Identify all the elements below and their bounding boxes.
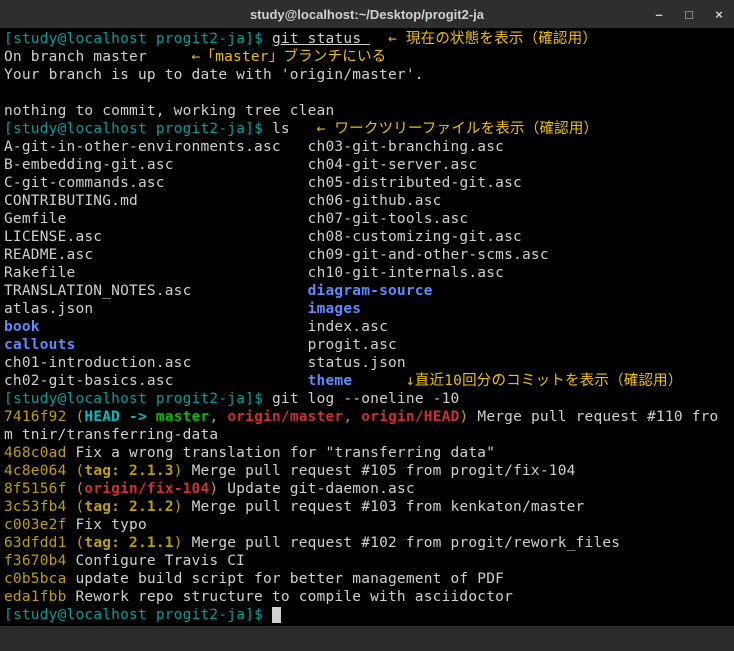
- titlebar: study@localhost:~/Desktop/progit2-ja – □…: [0, 0, 734, 28]
- terminal-output[interactable]: [study@localhost progit2-ja]$ git status…: [0, 28, 734, 626]
- commit-msg: Merge pull request #102 from progit/rewo…: [183, 535, 621, 551]
- directory: theme: [308, 373, 353, 389]
- file: ch02-git-basics.asc: [4, 373, 174, 389]
- maximize-icon[interactable]: □: [680, 7, 698, 22]
- ref-tag: tag: 2.1.1: [84, 535, 173, 551]
- file: Gemfile: [4, 211, 67, 227]
- commit-msg: update build script for better managemen…: [67, 571, 505, 587]
- ref-remote: origin/fix-104: [84, 481, 209, 497]
- commit-hash: c0b5bca: [4, 571, 67, 587]
- ref-head: HEAD ->: [84, 409, 155, 425]
- file: TRANSLATION_NOTES.asc: [4, 283, 192, 299]
- ref-tag: tag: 2.1.2: [84, 499, 173, 515]
- file: README.asc: [4, 247, 93, 263]
- file: Rakefile: [4, 265, 75, 281]
- commit-hash: 468c0ad: [4, 445, 67, 461]
- file: ch04-git-server.asc: [308, 157, 478, 173]
- cursor: [272, 607, 281, 623]
- commit-hash: c003e2f: [4, 517, 67, 533]
- file: ch10-git-internals.asc: [308, 265, 504, 281]
- annot-master: ←「master」ブランチにいる: [192, 49, 387, 65]
- file: ch03-git-branching.asc: [308, 139, 504, 155]
- annot-status: ← 現在の状態を表示（確認用）: [388, 31, 597, 47]
- file: ch05-distributed-git.asc: [308, 175, 522, 191]
- commit-msg: Fix a wrong translation for "transferrin…: [67, 445, 496, 461]
- minimize-icon[interactable]: –: [650, 7, 668, 22]
- directory: callouts: [4, 337, 75, 353]
- file: ch07-git-tools.asc: [308, 211, 469, 227]
- ref-remote: origin/HEAD: [361, 409, 459, 425]
- commit-hash: f3670b4: [4, 553, 67, 569]
- file: index.asc: [308, 319, 388, 335]
- directory: book: [4, 319, 40, 335]
- file: progit.asc: [308, 337, 397, 353]
- commit-msg: Configure Travis CI: [67, 553, 246, 569]
- file: B-embedding-git.asc: [4, 157, 174, 173]
- commit-hash: 8f5156f: [4, 481, 67, 497]
- ref-plain: ,: [209, 409, 227, 425]
- annot-log: ↓直近10回分のコミットを表示（確認用）: [406, 373, 683, 389]
- cmd-ls: ls: [272, 121, 290, 137]
- window-title: study@localhost:~/Desktop/progit2-ja: [250, 7, 484, 22]
- commit-hash: 4c8e064: [4, 463, 67, 479]
- window-controls: – □ ×: [650, 7, 728, 22]
- file: LICENSE.asc: [4, 229, 102, 245]
- annot-ls: ← ワークツリーファイルを表示（確認用）: [317, 121, 599, 137]
- commit-msg: Merge pull request #105 from progit/fix-…: [183, 463, 576, 479]
- commit-msg: Merge pull request #110 fro: [468, 409, 718, 425]
- commit-hash: 3c53fb4: [4, 499, 67, 515]
- close-icon[interactable]: ×: [710, 7, 728, 22]
- file: ch09-git-and-other-scms.asc: [308, 247, 549, 263]
- ref-tag: tag: 2.1.3: [84, 463, 173, 479]
- commit-msg: Rework repo structure to compile with as…: [67, 589, 514, 605]
- cmd-git-status: git status: [272, 31, 370, 47]
- directory: diagram-source: [308, 283, 433, 299]
- commit-hash: 63dfdd1: [4, 535, 67, 551]
- file: ch08-customizing-git.asc: [308, 229, 522, 245]
- ref-remote: origin/master: [227, 409, 343, 425]
- cmd-git-log: git log --oneline -10: [272, 391, 460, 407]
- directory: images: [308, 301, 362, 317]
- file: CONTRIBUTING.md: [4, 193, 138, 209]
- commit-msg: Update git-daemon.asc: [218, 481, 414, 497]
- commit-msg: Fix typo: [67, 517, 147, 533]
- file: ch01-introduction.asc: [4, 355, 192, 371]
- file: atlas.json: [4, 301, 93, 317]
- file: A-git-in-other-environments.asc: [4, 139, 281, 155]
- ref-plain: ,: [343, 409, 361, 425]
- file: ch06-github.asc: [308, 193, 442, 209]
- ref-branch: master: [156, 409, 210, 425]
- commit-hash: eda1fbb: [4, 589, 67, 605]
- file: status.json: [308, 355, 406, 371]
- commit-msg: Merge pull request #103 from kenkaton/ma…: [183, 499, 585, 515]
- commit-hash: 7416f92: [4, 409, 67, 425]
- file: C-git-commands.asc: [4, 175, 165, 191]
